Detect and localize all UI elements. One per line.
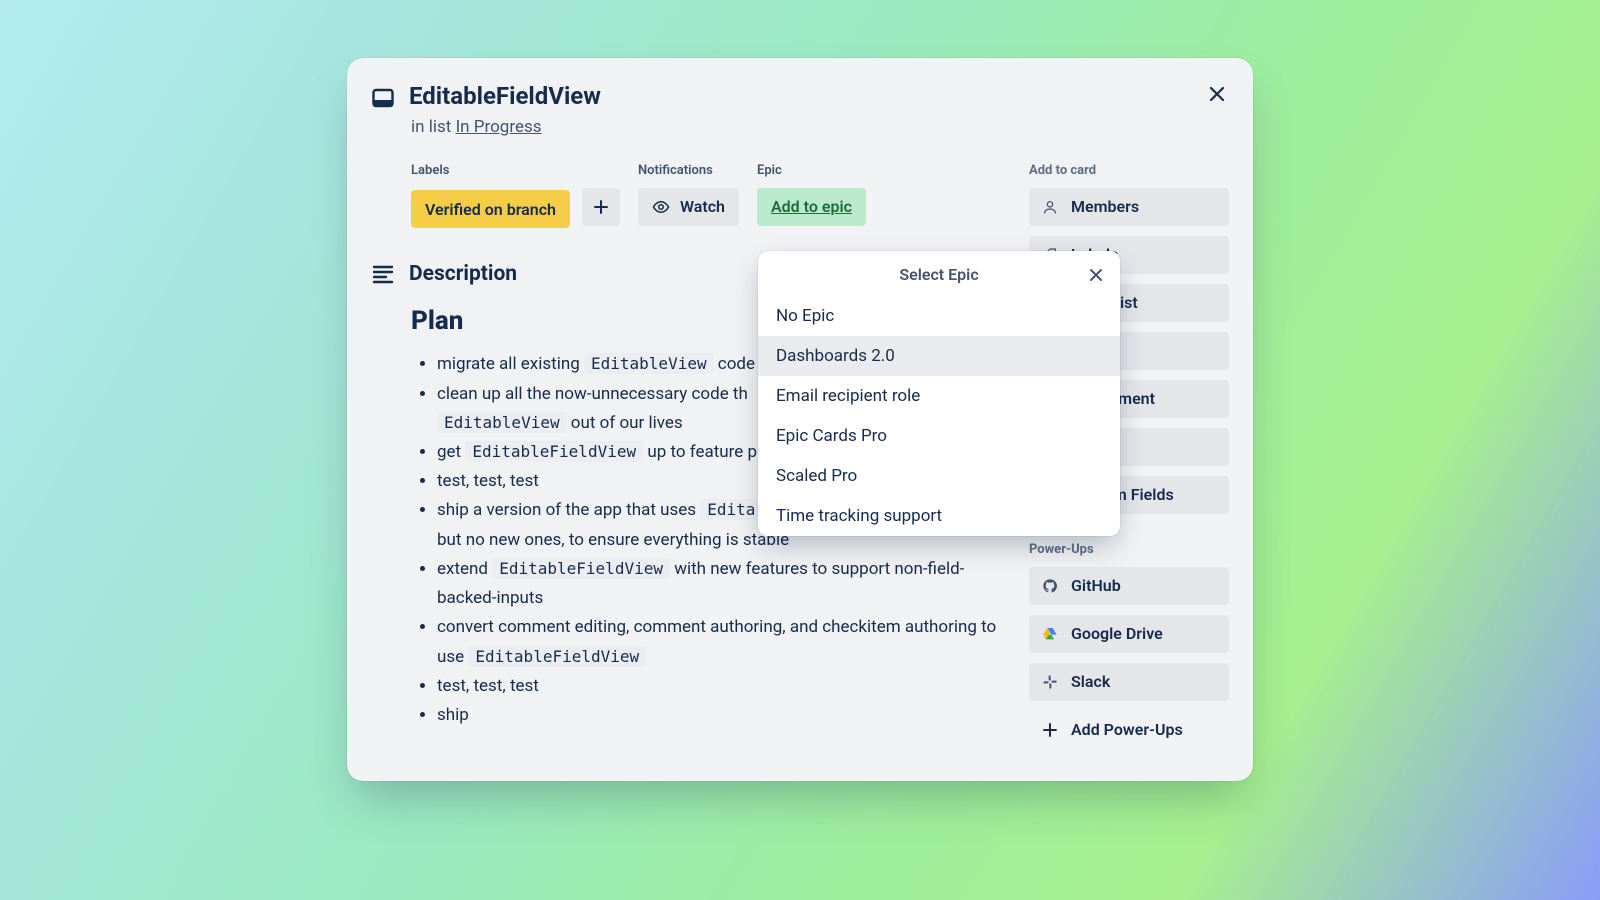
plan-item: test, test, test: [437, 672, 1005, 701]
main-column: Labels Verified on branch Notifications …: [371, 163, 1005, 759]
list-link[interactable]: In Progress: [456, 117, 542, 137]
epic-option[interactable]: Dashboards 2.0: [758, 336, 1120, 376]
github-icon: [1041, 577, 1059, 595]
select-epic-popover: Select Epic No EpicDashboards 2.0Email r…: [758, 251, 1120, 536]
add-powerups-button[interactable]: Add Power-Ups: [1029, 711, 1229, 749]
powerup-google-drive[interactable]: Google Drive: [1029, 615, 1229, 653]
card-icon: [371, 86, 395, 110]
slack-icon: [1041, 673, 1059, 691]
close-button[interactable]: [1199, 76, 1235, 112]
card-modal: EditableFieldView in list In Progress La…: [347, 58, 1253, 781]
notifications-heading: Notifications: [638, 163, 739, 178]
powerup-github[interactable]: GitHub: [1029, 567, 1229, 605]
card-title[interactable]: EditableFieldView: [409, 82, 601, 111]
plan-item: convert comment editing, comment authori…: [437, 613, 1005, 671]
epic-heading: Epic: [757, 163, 866, 178]
epic-option[interactable]: Scaled Pro: [758, 456, 1120, 496]
powerups-heading: Power-Ups: [1029, 542, 1229, 557]
sidebar-item-label: Members: [1071, 197, 1139, 216]
close-icon: [1089, 268, 1103, 282]
epic-option[interactable]: Time tracking support: [758, 496, 1120, 536]
card-in-list: in list In Progress: [411, 117, 601, 137]
labels-heading: Labels: [411, 163, 620, 178]
add-to-epic-button[interactable]: Add to epic: [757, 188, 866, 226]
plan-item: extend EditableFieldView with new featur…: [437, 555, 1005, 613]
sidebar-item-label: GitHub: [1071, 576, 1121, 595]
epic-option[interactable]: No Epic: [758, 296, 1120, 336]
watch-button[interactable]: Watch: [638, 188, 739, 226]
user-icon: [1041, 198, 1059, 216]
description-heading: Description: [409, 262, 517, 286]
label-chip[interactable]: Verified on branch: [411, 190, 570, 228]
eye-icon: [652, 198, 670, 216]
add-to-card-heading: Add to card: [1029, 163, 1229, 178]
sidebar-item-label: Google Drive: [1071, 624, 1163, 643]
popover-title: Select Epic: [899, 265, 978, 284]
sidebar-item-label: Slack: [1071, 672, 1110, 691]
plus-icon: [593, 199, 609, 215]
powerup-slack[interactable]: Slack: [1029, 663, 1229, 701]
epic-option[interactable]: Email recipient role: [758, 376, 1120, 416]
close-icon: [1207, 84, 1227, 104]
add-label-button[interactable]: [582, 188, 620, 226]
epic-option[interactable]: Epic Cards Pro: [758, 416, 1120, 456]
plan-item: ship: [437, 701, 1005, 730]
gdrive-icon: [1041, 625, 1059, 643]
add-to-card-members[interactable]: Members: [1029, 188, 1229, 226]
description-icon: [371, 262, 395, 286]
popover-close-button[interactable]: [1082, 261, 1110, 289]
plus-icon: [1041, 721, 1059, 739]
